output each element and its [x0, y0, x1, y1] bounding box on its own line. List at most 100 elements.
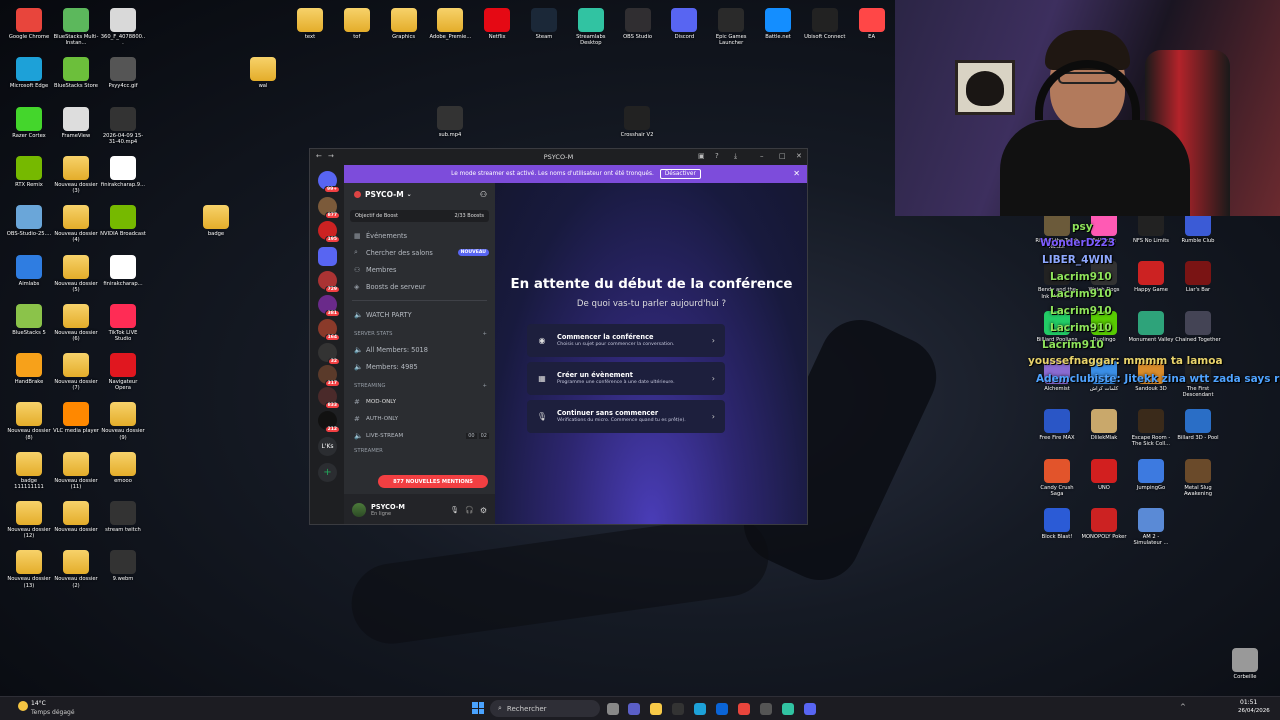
desktop-icon[interactable]: badge 111111111 [6, 451, 52, 490]
desktop-icon[interactable]: Razer Cortex [6, 106, 52, 139]
desktop-icon[interactable]: Metal Slug Awakening [1175, 458, 1221, 497]
channel-all-members[interactable]: 🔈 All Members: 5018 [344, 341, 495, 358]
desktop-icon[interactable]: TikTok LIVE Studio [100, 303, 146, 342]
desktop-icon[interactable]: Nouveau dossier (9) [100, 402, 146, 441]
desktop-icon[interactable]: OBS-Studio-25.... [6, 205, 52, 237]
app-icon[interactable] [760, 703, 772, 715]
desktop-icon[interactable]: text [287, 8, 333, 40]
banner-close-icon[interactable]: ✕ [793, 169, 800, 178]
desktop-icon[interactable]: Chained Together [1175, 310, 1221, 343]
desktop-icon[interactable]: badge [193, 205, 239, 237]
server-icon[interactable]: 877 [318, 197, 340, 219]
desktop-icon[interactable]: sub.mp4 [427, 106, 473, 138]
microphone-icon[interactable]: 🎙 [450, 506, 459, 514]
boost-goal[interactable]: Objectif de Boost 2/33 Boosts [350, 210, 489, 222]
desktop-icon[interactable]: Nouveau dossier (8) [6, 402, 52, 441]
server-header[interactable]: PSYCO-M ⌄ ⚇ [344, 183, 495, 205]
taskbar-search[interactable]: ⌕ Rechercher [490, 700, 600, 717]
new-mentions-pill[interactable]: 877 NOUVELLES MENTIONS [378, 475, 488, 488]
continue-without-starting-button[interactable]: 🎙 Continuer sans commencer Vérifications … [527, 400, 725, 433]
weather-temp[interactable]: 14°C [31, 700, 46, 707]
desktop-icon[interactable]: Liar's Bar [1175, 261, 1221, 293]
category-server-stats[interactable]: SERVER STATS + [344, 327, 495, 341]
desktop-icon[interactable]: BlueStacks 5 [6, 303, 52, 336]
desktop-icon[interactable]: Navigateur Opera [100, 353, 146, 391]
server-icon[interactable]: 317 [318, 365, 340, 387]
desktop-icon[interactable]: Aimlabs [6, 254, 52, 287]
desktop-icon[interactable]: VLC media player [53, 402, 99, 434]
desktop-icon[interactable]: Adobe_Premie... [427, 8, 473, 40]
desktop-icon[interactable]: Candy Crush Saga [1034, 458, 1080, 497]
maximize-icon[interactable]: □ [779, 152, 786, 160]
desktop-icon[interactable]: Nouveau dossier (13) [6, 550, 52, 589]
start-stage-button[interactable]: ◉ Commencer la conférence Choisis un suje… [527, 324, 725, 357]
desktop-icon[interactable]: Crosshair V2 [614, 106, 660, 138]
tray-chevron-icon[interactable]: ^ [1180, 703, 1186, 711]
desktop-icon[interactable]: Nouveau dossier (2) [53, 550, 99, 589]
channel-live-stream[interactable]: 🔈 LIVE-STREAM 00 02 [344, 427, 495, 444]
desktop-icon[interactable]: Ubisoft Connect [802, 8, 848, 40]
desktop-icon[interactable]: wal [240, 57, 286, 89]
desktop-icon[interactable]: Steam [521, 8, 567, 40]
discord-home-icon[interactable]: 99+ [318, 171, 340, 193]
desktop-icon[interactable]: Block Blast! [1034, 507, 1080, 540]
folder-icon[interactable] [318, 247, 337, 266]
windows-start-icon[interactable] [472, 702, 484, 714]
desktop-icon[interactable]: stream twitch [100, 501, 146, 533]
desktop-icon[interactable]: DlilekMlak [1081, 409, 1127, 441]
desktop-icon[interactable]: Nouveau dossier (4) [53, 205, 99, 243]
desktop-icon[interactable]: Rumble Club [1175, 212, 1221, 244]
back-icon[interactable]: ← [316, 152, 322, 160]
desktop-icon[interactable]: BlueStacks Multi-Instan... [53, 8, 99, 46]
desktop-icon[interactable]: Nouveau dossier (12) [6, 501, 52, 539]
file-explorer-icon[interactable] [650, 703, 662, 715]
desktop-icon[interactable]: RTX Remix [6, 155, 52, 188]
weather-desc[interactable]: Temps dégagé [31, 709, 75, 716]
channel-auth-only[interactable]: # AUTH-ONLY [344, 410, 495, 427]
desktop-icon[interactable]: Monument Valley [1128, 310, 1174, 343]
desktop-icon[interactable]: UNO [1081, 458, 1127, 491]
desktop-icon[interactable]: NFS No Limits [1128, 212, 1174, 244]
desktop-icon[interactable]: Netflix [474, 8, 520, 40]
desktop-icon[interactable]: Nouveau dossier (6) [53, 303, 99, 342]
desktop-icon[interactable]: NVIDIA Broadcast [100, 205, 146, 237]
desktop-icon[interactable]: Microsoft Edge [6, 57, 52, 89]
clock-date[interactable]: 26/04/2026 [1238, 708, 1270, 714]
streamlabs-icon[interactable] [782, 703, 794, 715]
window-titlebar[interactable]: ← → PSYCO-M ▣ ? ⤓ – □ ✕ [310, 149, 807, 165]
menu-events[interactable]: ▦ Événements [344, 227, 495, 244]
desktop-icon[interactable]: Nouveau dossier (5) [53, 254, 99, 293]
close-icon[interactable]: ✕ [796, 152, 802, 160]
channel-members[interactable]: 🔈 Members: 4985 [344, 358, 495, 375]
desktop-icon[interactable]: Billard 3D - Pool [1175, 409, 1221, 441]
desktop-icon[interactable]: MONOPOLY Poker [1081, 507, 1127, 540]
add-server-icon[interactable]: + [318, 463, 337, 482]
desktop-icon[interactable]: FrameView [53, 106, 99, 139]
desktop-icon[interactable]: HandBrake [6, 353, 52, 385]
desktop-icon[interactable]: Nouveau dossier (3) [53, 155, 99, 194]
desktop-icon[interactable]: EA [849, 8, 895, 40]
desktop-icon[interactable]: Corbeille [1222, 648, 1268, 680]
desktop-icon[interactable]: BlueStacks Store [53, 57, 99, 89]
desktop-icon[interactable]: tof [334, 8, 380, 40]
desktop-icon[interactable]: Discord [661, 8, 707, 40]
create-event-button[interactable]: ▦ Créer un évènement Programme une confér… [527, 362, 725, 395]
avatar[interactable] [352, 503, 366, 517]
server-icon[interactable]: 381 [318, 295, 340, 317]
desktop-icon[interactable]: JumpingGo [1128, 458, 1174, 491]
help-icon[interactable]: ? [715, 152, 719, 160]
desktop-icon[interactable]: Psyy4cc.gif [100, 57, 146, 89]
edge-icon[interactable] [694, 703, 706, 715]
category-streamer[interactable]: STREAMER [344, 444, 495, 458]
menu-browse-channels[interactable]: ⌕ Chercher des salons NOUVEAU [344, 244, 495, 261]
desktop-icon[interactable]: Free Fire MAX [1034, 409, 1080, 441]
channel-mod-only[interactable]: # MOD-ONLY [344, 393, 495, 410]
desktop-icon[interactable]: 9.webm [100, 550, 146, 582]
menu-members[interactable]: ⚇ Membres [344, 261, 495, 278]
desktop-icon[interactable]: Nouveau dossier (7) [53, 353, 99, 391]
app-icon[interactable] [672, 703, 684, 715]
desktop-icon[interactable]: Google Chrome [6, 8, 52, 40]
store-icon[interactable] [716, 703, 728, 715]
server-icon[interactable]: 212 [318, 411, 340, 433]
task-view-icon[interactable] [607, 703, 619, 715]
